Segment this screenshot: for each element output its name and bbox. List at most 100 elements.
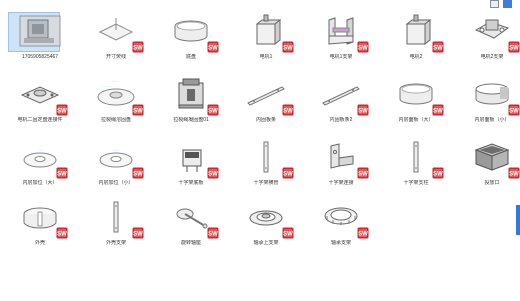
file-name-label: 电机1 [259, 54, 273, 60]
file-item[interactable]: SW 十字架底板 [155, 140, 227, 192]
solidworks-icon: SW [132, 103, 144, 116]
solidworks-icon: SW [56, 103, 68, 116]
file-name-label: 电机2 [409, 54, 423, 60]
file-item[interactable]: SW 旋转轴座 [155, 200, 227, 252]
file-item[interactable]: SW 内固板条2 [305, 77, 377, 129]
file-item[interactable]: SW 开寸荧线 [80, 14, 152, 66]
svg-text:SW: SW [358, 46, 368, 52]
solidworks-icon: SW [357, 40, 369, 53]
file-thumbnail [18, 14, 62, 48]
svg-text:SW: SW [509, 172, 519, 178]
file-name-label: 内固板条2 [329, 117, 353, 123]
svg-text:· · · · ·: · · · · · [102, 85, 112, 89]
svg-text:SW: SW [433, 46, 443, 52]
solidworks-icon: SW [432, 103, 444, 116]
svg-text:SW: SW [133, 46, 143, 52]
file-item[interactable]: SW 电机二固定盘连接件 [4, 77, 76, 129]
file-name-label: 1705905825467 [21, 54, 59, 60]
solidworks-icon: SW [357, 103, 369, 116]
vertical-scrollbar[interactable] [516, 205, 520, 235]
svg-text:SW: SW [433, 172, 443, 178]
file-item[interactable]: SW 内固板条 [230, 77, 302, 129]
file-item[interactable]: SW 十字架连接 [305, 140, 377, 192]
file-item[interactable]: · · · SW 内层加位（大） [4, 140, 76, 192]
file-name-label: 拉裂绳凝固盘01 [173, 117, 209, 123]
svg-text:· · ·: · · · [112, 80, 117, 84]
file-name-label: 轴承支架 [330, 240, 351, 246]
solidworks-icon: SW [132, 226, 144, 239]
toolbar [0, 0, 520, 8]
solidworks-icon: SW [508, 40, 520, 53]
solidworks-icon: SW [508, 166, 520, 179]
file-item[interactable]: SW 内层面板（大） [380, 77, 452, 129]
details-view-icon[interactable] [490, 0, 499, 8]
file-item[interactable]: SW 十字架横管 [230, 140, 302, 192]
solidworks-icon: SW [207, 103, 219, 116]
solidworks-icon: SW [282, 40, 294, 53]
file-name-label: 十字架支柱 [403, 180, 429, 186]
file-name-label: 外壳支架 [105, 240, 126, 246]
file-name-label: 内层加位（小） [98, 180, 134, 186]
file-name-label: 十字架横管 [253, 180, 279, 186]
svg-text:SW: SW [283, 172, 293, 178]
file-item[interactable]: SW 外壳 [4, 200, 76, 252]
svg-text:SW: SW [57, 232, 67, 238]
svg-text:SW: SW [283, 109, 293, 115]
svg-text:SW: SW [133, 109, 143, 115]
file-item[interactable]: SW 投放口 [456, 140, 520, 192]
file-name-label: 电机2支架 [480, 54, 504, 60]
svg-text:SW: SW [358, 232, 368, 238]
solidworks-icon: SW [357, 226, 369, 239]
svg-text:SW: SW [509, 46, 519, 52]
file-name-label: 内层面板（大） [398, 117, 434, 123]
solidworks-icon: SW [357, 166, 369, 179]
svg-text:SW: SW [208, 46, 218, 52]
file-name-label: 电机1支架 [329, 54, 353, 60]
solidworks-icon: SW [282, 226, 294, 239]
file-item[interactable]: · · · SW 内层加位（小） [80, 140, 152, 192]
solidworks-icon: SW [56, 226, 68, 239]
svg-text:SW: SW [208, 232, 218, 238]
file-name-label: 底盘 [185, 54, 196, 60]
svg-text:SW: SW [133, 232, 143, 238]
file-item[interactable]: 1705905825467 [4, 12, 76, 66]
file-name-label: 开寸荧线 [105, 54, 126, 60]
file-item[interactable]: SW 轴承支架 [305, 200, 377, 252]
file-name-label: 投放口 [484, 180, 500, 186]
file-name-label: 内固板条 [255, 117, 276, 123]
file-item[interactable]: SW 内层面板（小） [456, 77, 520, 129]
file-name-label: 十字架连接 [328, 180, 354, 186]
solidworks-icon: SW [207, 166, 219, 179]
file-name-label: 外壳 [34, 240, 45, 246]
file-item[interactable]: · · · · · · · · SW 拉裂绳溶固盘 [80, 77, 152, 129]
file-name-label: 内层面板（小） [474, 117, 510, 123]
large-icons-view-icon[interactable] [503, 0, 512, 8]
svg-text:SW: SW [133, 172, 143, 178]
file-item[interactable]: SW 电机2支架 [456, 14, 520, 66]
solidworks-icon: SW [56, 166, 68, 179]
file-item[interactable]: SW 拉裂绳凝固盘01 [155, 77, 227, 129]
file-name-label: 旋转轴座 [180, 240, 201, 246]
file-item[interactable]: SW 底盘 [155, 14, 227, 66]
solidworks-icon: SW [207, 40, 219, 53]
view-switcher [490, 0, 512, 8]
svg-text:· · ·: · · · [114, 149, 119, 153]
solidworks-icon: SW [282, 103, 294, 116]
file-item[interactable]: SW 电机1支架 [305, 14, 377, 66]
svg-text:SW: SW [358, 172, 368, 178]
solidworks-icon: SW [132, 40, 144, 53]
file-item[interactable]: SW 外壳支架 [80, 200, 152, 252]
file-item[interactable]: SW 轴承上支架 [230, 200, 302, 252]
svg-text:SW: SW [208, 172, 218, 178]
file-item[interactable]: SW 电机1 [230, 14, 302, 66]
file-name-label: 电机二固定盘连接件 [17, 117, 63, 123]
file-item[interactable]: SW 电机2 [380, 14, 452, 66]
svg-text:SW: SW [283, 46, 293, 52]
solidworks-icon: SW [207, 226, 219, 239]
file-name-label: 内层加位（大） [22, 180, 58, 186]
svg-text:SW: SW [57, 109, 67, 115]
file-item[interactable]: SW 十字架支柱 [380, 140, 452, 192]
svg-text:SW: SW [57, 172, 67, 178]
solidworks-icon: SW [432, 166, 444, 179]
svg-text:SW: SW [283, 232, 293, 238]
